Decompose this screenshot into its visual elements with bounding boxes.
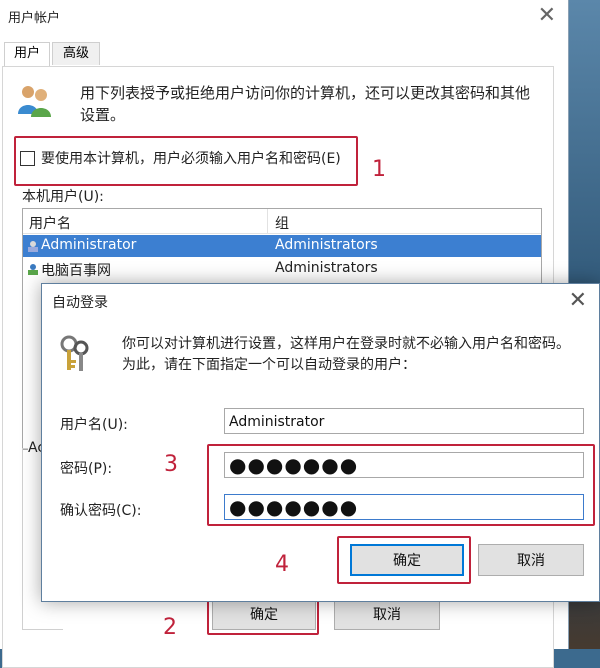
title-bar: 用户帐户 ✕ [0, 0, 568, 32]
column-header-group[interactable]: 组 [275, 213, 289, 233]
user-name: 电脑百事网 [41, 263, 111, 279]
list-header: 用户名 组 [23, 209, 541, 234]
keys-icon [60, 335, 89, 371]
annotation-number-3: 3 [164, 452, 178, 477]
cancel-button[interactable]: 取消 [334, 598, 440, 630]
annotation-number-1: 1 [372, 157, 386, 182]
local-users-label: 本机用户(U): [22, 189, 104, 205]
column-header-username[interactable]: 用户名 [29, 213, 71, 233]
users-description: 用下列表授予或拒绝用户访问你的计算机，还可以更改其密码和其他设置。 [80, 84, 531, 124]
close-icon[interactable]: ✕ [569, 288, 587, 313]
annotation-number-4: 4 [275, 552, 289, 577]
password-label: 密码(P): [60, 461, 113, 477]
auto-login-dialog: 自动登录 ✕ 你可以对计算机进行设置，这样用户在登录时就不必输入用户名和密码。为… [41, 283, 600, 602]
dialog-cancel-button[interactable]: 取消 [478, 544, 584, 576]
users-icon [18, 86, 51, 117]
user-name: Administrator [41, 237, 137, 253]
user-group: Administrators [275, 237, 378, 253]
tab-users[interactable]: 用户 [4, 42, 50, 67]
username-field[interactable]: Administrator [224, 408, 584, 434]
annotation-number-2: 2 [163, 615, 177, 640]
window-title: 用户帐户 [8, 11, 61, 26]
list-row-pcbaishi[interactable]: 电脑百事网 Administrators [23, 258, 541, 280]
column-divider [267, 209, 268, 233]
dialog-title: 自动登录 [52, 295, 108, 311]
close-icon[interactable]: ✕ [538, 3, 556, 28]
annotation-box-1 [14, 136, 358, 186]
user-icon [28, 264, 38, 275]
annotation-box-3 [207, 444, 595, 526]
user-icon [28, 241, 38, 252]
list-row-administrator[interactable]: Administrator Administrators [23, 235, 541, 257]
tab-strip: 用户 高级 [0, 42, 568, 67]
username-label: 用户名(U): [60, 417, 128, 433]
tab-advanced[interactable]: 高级 [52, 42, 100, 65]
user-group: Administrators [275, 260, 378, 276]
annotation-box-4 [337, 536, 471, 584]
confirm-password-label: 确认密码(C): [60, 503, 142, 519]
dialog-description: 你可以对计算机进行设置，这样用户在登录时就不必输入用户名和密码。为此，请在下面指… [122, 336, 570, 373]
